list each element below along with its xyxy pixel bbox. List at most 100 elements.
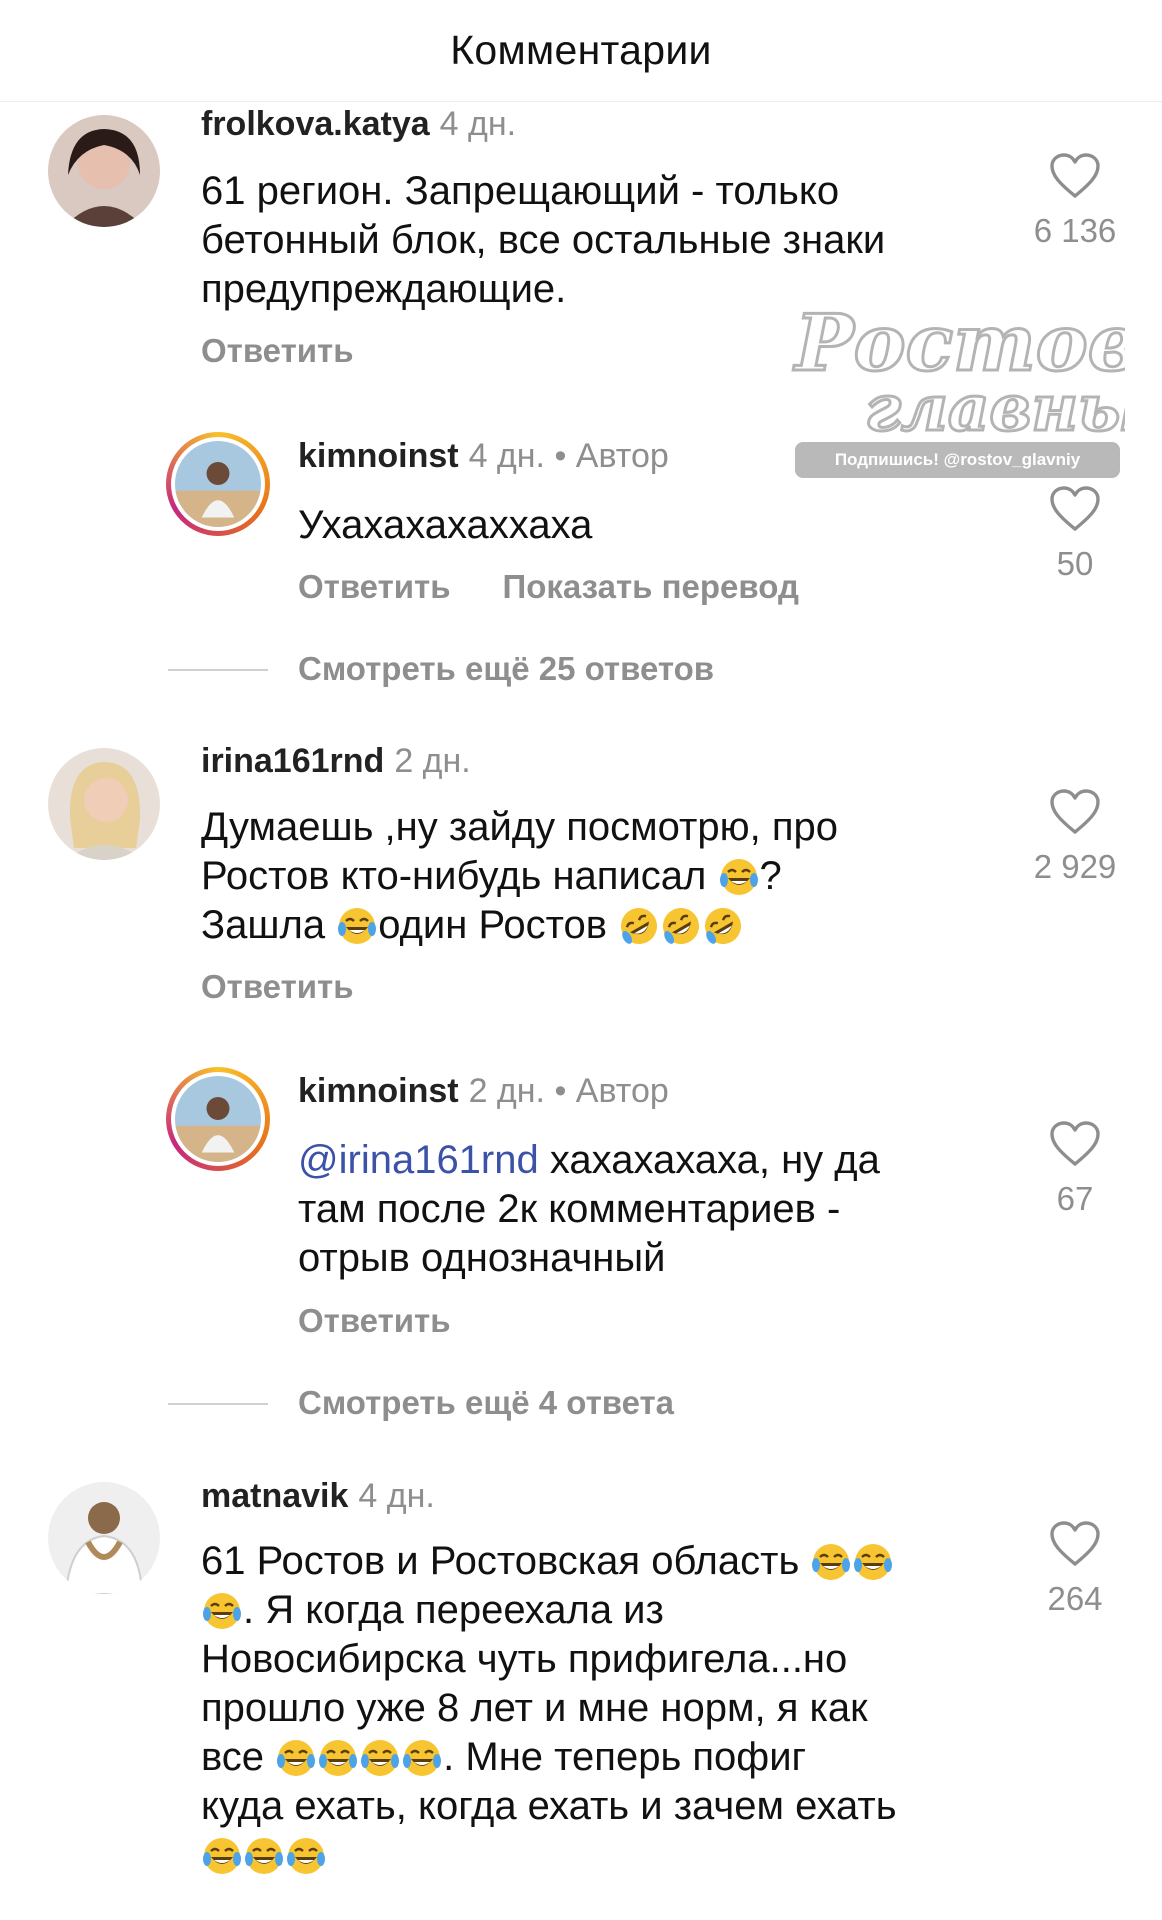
face-with-tears-of-joy-icon: [719, 857, 759, 897]
like-button[interactable]: 6 136: [1030, 152, 1120, 250]
comments-header: Комментарии: [0, 0, 1162, 102]
more-replies-divider: [168, 669, 268, 671]
comment-text: 61 Ростов и Ростовская область . Я когда…: [201, 1537, 897, 1880]
timestamp: 4 дн.: [358, 1477, 435, 1515]
comment-actions: Ответить: [201, 968, 354, 1006]
comment-fragment: Зашла: [201, 903, 326, 947]
face-with-tears-of-joy-icon: [337, 906, 377, 946]
like-button[interactable]: 67: [1030, 1120, 1120, 1218]
like-count: 67: [1056, 1180, 1094, 1217]
face-with-tears-of-joy-icon: [202, 1836, 242, 1876]
comment-line: Новосибирска чуть прифигела...но: [201, 1637, 848, 1681]
like-count: 6 136: [1033, 212, 1117, 249]
comment-line: 61 Ростов и Ростовская область: [201, 1537, 897, 1586]
author-badge: • Автор: [554, 1072, 669, 1110]
like-count: 50: [1056, 545, 1094, 582]
comment-line: прошло уже 8 лет и мне норм, я как: [201, 1686, 868, 1730]
like-button[interactable]: 2 929: [1030, 788, 1120, 886]
comment-line: 61 регион. Запрещающий - только: [201, 169, 840, 213]
reply-meta: kimnoinst 2 дн. • Автор: [298, 1072, 669, 1111]
comment-line: отрыв однозначный: [298, 1236, 666, 1280]
comment-line: Ростов кто-нибудь написал ?: [201, 852, 838, 901]
reply-button[interactable]: Ответить: [201, 332, 354, 369]
comment-actions: Ответить: [201, 332, 354, 370]
comment-line: предупреждающие.: [201, 267, 567, 311]
show-translation-button[interactable]: Показать перевод: [503, 568, 799, 605]
timestamp: 2 дн.: [468, 1072, 545, 1110]
avatar[interactable]: [166, 432, 270, 536]
comment-fragment: один Ростов: [378, 903, 608, 947]
face-with-tears-of-joy-icon: [402, 1738, 442, 1778]
watermark-line2: главный: [865, 371, 1125, 440]
username[interactable]: frolkova.katya: [201, 105, 430, 143]
author-badge: • Автор: [554, 437, 669, 475]
username[interactable]: kimnoinst: [298, 437, 459, 475]
comment-fragment: . Я когда переехала из: [243, 1588, 664, 1632]
view-more-replies-button[interactable]: Смотреть ещё 25 ответов: [298, 650, 714, 688]
username[interactable]: matnavik: [201, 1477, 348, 1515]
comment-text: Думаешь ,ну зайду посмотрю, про Ростов к…: [201, 803, 838, 950]
heart-outline-icon: [1049, 152, 1101, 200]
like-count: 2 929: [1033, 848, 1117, 885]
username[interactable]: kimnoinst: [298, 1072, 459, 1110]
timestamp: 2 дн.: [394, 742, 471, 780]
face-with-tears-of-joy-icon: [811, 1542, 851, 1582]
comment-text: 61 регион. Запрещающий - только бетонный…: [201, 167, 885, 314]
comment-line: @irina161rnd хахахахаха, ну да: [298, 1136, 880, 1185]
reply-button[interactable]: Ответить: [298, 568, 451, 605]
reply-meta: kimnoinst 4 дн. • Автор: [298, 437, 669, 476]
rolling-on-the-floor-laughing-icon: [703, 906, 743, 946]
reply-button[interactable]: Ответить: [298, 1302, 451, 1339]
comment-line: все . Мне теперь пофиг: [201, 1733, 897, 1782]
comment-line: куда ехать, когда ехать и зачем ехать: [201, 1784, 897, 1828]
reply-actions: Ответить: [298, 1302, 451, 1340]
username[interactable]: irina161rnd: [201, 742, 384, 780]
rolling-on-the-floor-laughing-icon: [619, 906, 659, 946]
rolling-on-the-floor-laughing-icon: [661, 906, 701, 946]
comment-line: там после 2к комментариев -: [298, 1187, 841, 1231]
comment-line: бетонный блок, все остальные знаки: [201, 218, 886, 262]
face-with-tears-of-joy-icon: [244, 1836, 284, 1876]
comment-fragment: . Мне теперь пофиг: [443, 1735, 807, 1779]
reply-button[interactable]: Ответить: [201, 968, 354, 1005]
face-with-tears-of-joy-icon: [276, 1738, 316, 1778]
comment-line: Думаешь ,ну зайду посмотрю, про: [201, 805, 838, 849]
comment-fragment: Ростов кто-нибудь написал: [201, 854, 707, 898]
face-with-tears-of-joy-icon: [360, 1738, 400, 1778]
comment-fragment: все: [201, 1735, 265, 1779]
face-with-tears-of-joy-icon: [286, 1836, 326, 1876]
rostov-glavniy-watermark: Ростов главный Подпишись! @rostov_glavni…: [785, 290, 1125, 485]
comment-line: Зашла один Ростов: [201, 901, 838, 950]
face-with-tears-of-joy-icon: [318, 1738, 358, 1778]
avatar[interactable]: [48, 115, 160, 227]
heart-outline-icon: [1049, 1120, 1101, 1168]
view-more-replies-button[interactable]: Смотреть ещё 4 ответа: [298, 1384, 674, 1422]
comment-meta: matnavik 4 дн.: [201, 1477, 435, 1516]
avatar[interactable]: [48, 748, 160, 860]
avatar[interactable]: [166, 1067, 270, 1171]
comment-fragment: 61 Ростов и Ростовская область: [201, 1539, 800, 1583]
comment-meta: irina161rnd 2 дн.: [201, 742, 471, 781]
heart-outline-icon: [1049, 788, 1101, 836]
reply-actions: Ответить Показать перевод: [298, 568, 799, 606]
user-mention-link[interactable]: @irina161rnd: [298, 1138, 539, 1182]
timestamp: 4 дн.: [468, 437, 545, 475]
comment-fragment: ?: [759, 854, 782, 898]
like-button[interactable]: 264: [1030, 1520, 1120, 1618]
comment-line: . Я когда переехала из: [201, 1586, 897, 1635]
comment-line: [201, 1831, 897, 1880]
comment-meta: frolkova.katya 4 дн.: [201, 105, 516, 144]
watermark-badge: Подпишись! @rostov_glavniy: [795, 442, 1120, 478]
more-replies-divider: [168, 1403, 268, 1405]
heart-outline-icon: [1049, 485, 1101, 533]
reply-text: Ухахахахаххаха: [298, 503, 593, 547]
avatar[interactable]: [48, 1482, 160, 1594]
page-title: Комментарии: [450, 27, 712, 73]
face-with-tears-of-joy-icon: [202, 1591, 242, 1631]
comment-fragment: хахахахаха, ну да: [538, 1138, 880, 1182]
reply-text: @irina161rnd хахахахаха, ну да там после…: [298, 1136, 880, 1283]
face-with-tears-of-joy-icon: [853, 1542, 893, 1582]
timestamp: 4 дн.: [439, 105, 517, 143]
heart-outline-icon: [1049, 1520, 1101, 1568]
like-button[interactable]: 50: [1030, 485, 1120, 583]
